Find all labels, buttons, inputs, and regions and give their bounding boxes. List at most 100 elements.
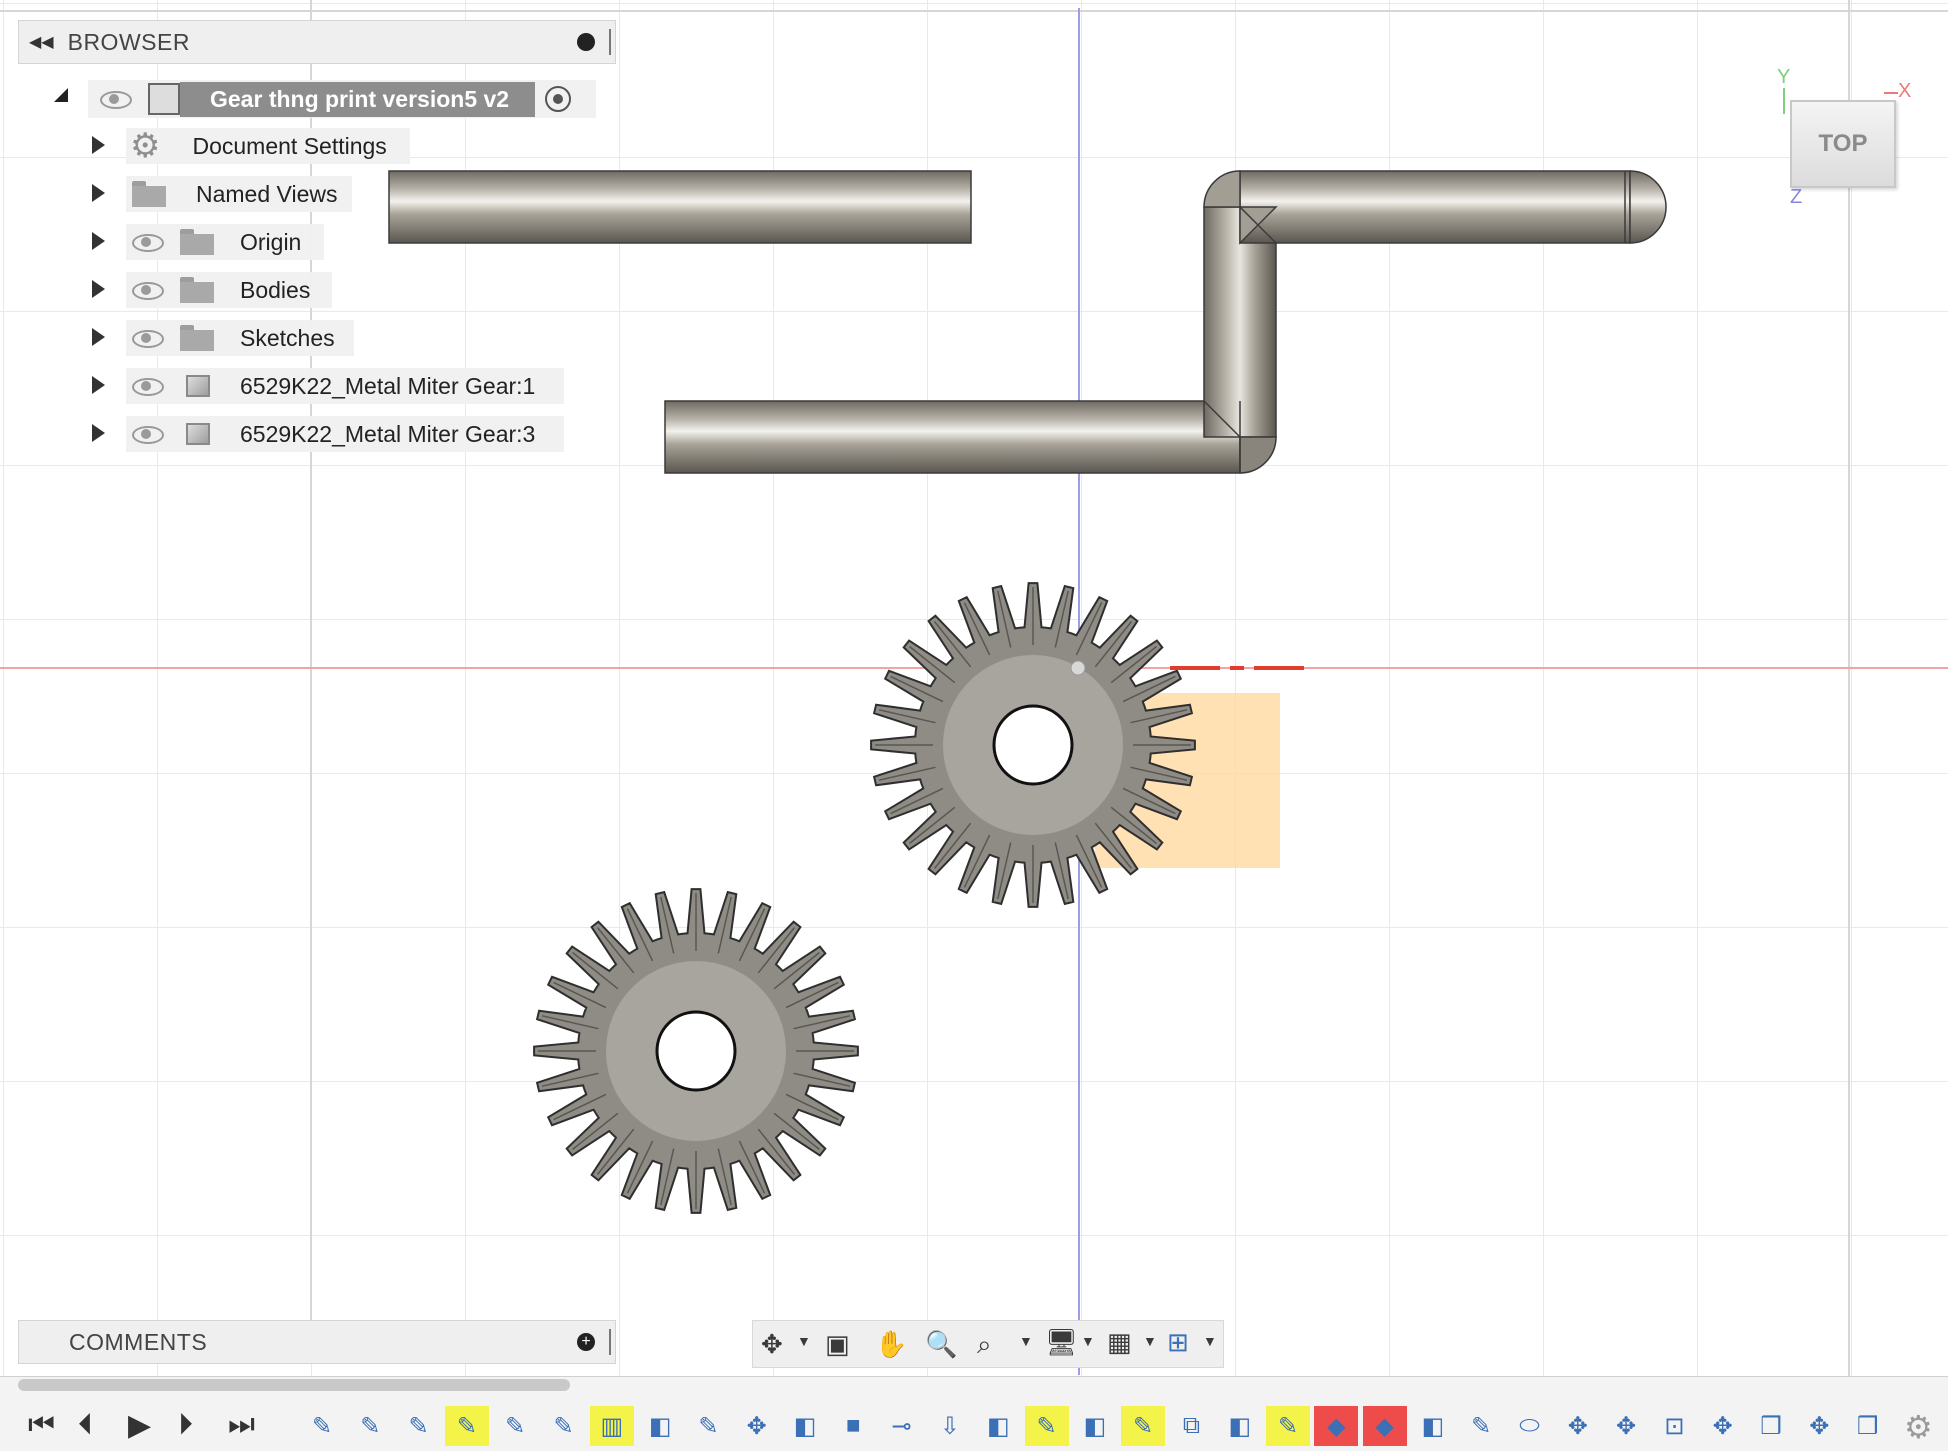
play-icon[interactable]: ▶ xyxy=(128,1408,151,1443)
combine-icon[interactable]: ⧉ xyxy=(1169,1406,1213,1446)
move-icon[interactable]: ✥ xyxy=(1556,1406,1600,1446)
comments-panel-header[interactable]: COMMENTS + xyxy=(18,1320,616,1364)
expand-triangle-icon[interactable] xyxy=(92,280,105,298)
root-document-name[interactable]: Gear thng print version5 v2 xyxy=(180,81,536,117)
viewports-icon[interactable]: ⊞ xyxy=(1167,1327,1189,1358)
insert-icon[interactable]: ⇩ xyxy=(928,1406,972,1446)
eye-icon[interactable] xyxy=(98,89,132,109)
pan-hand-icon[interactable]: ✋ xyxy=(875,1329,907,1360)
move-icon[interactable]: ✥ xyxy=(1797,1406,1841,1446)
extrude-icon[interactable]: ◧ xyxy=(976,1406,1020,1446)
move-icon[interactable]: ✥ xyxy=(1604,1406,1648,1446)
expand-triangle-icon[interactable] xyxy=(92,136,105,154)
view-cube[interactable]: TOP xyxy=(1790,100,1896,188)
extrude-icon[interactable]: ◧ xyxy=(1411,1406,1455,1446)
panel-divider xyxy=(609,29,611,55)
navigation-bar: ✥ ▼ ▣ ✋ 🔍 ⌕ ▼ 🖥 ▼ ▦ ▼ ⊞ ▼ xyxy=(752,1320,1224,1368)
browser-item-miter-gear-3[interactable]: 6529K22_Metal Miter Gear:3 xyxy=(126,416,564,452)
model-canvas[interactable] xyxy=(0,0,1948,1450)
go-to-start-icon[interactable]: ⏮ xyxy=(28,1408,55,1442)
folder-icon xyxy=(180,325,214,351)
rigid-group-icon[interactable]: ⊡ xyxy=(1652,1406,1696,1446)
component-icon[interactable]: ◆ xyxy=(1362,1406,1407,1446)
eye-icon[interactable] xyxy=(130,280,164,300)
browser-item-origin[interactable]: Origin xyxy=(126,224,324,260)
timeline-scrollbar[interactable] xyxy=(18,1379,570,1391)
browser-item-document-settings[interactable]: ⚙ Document Settings xyxy=(126,128,410,164)
orbit-icon[interactable]: ✥ xyxy=(761,1329,783,1360)
shell-icon[interactable]: ❒ xyxy=(1749,1406,1793,1446)
step-forward-icon[interactable]: ⏵ xyxy=(178,1408,193,1442)
component-icon[interactable]: ◆ xyxy=(1314,1406,1359,1446)
sketch-icon[interactable]: ✎ xyxy=(1266,1406,1310,1446)
sketch-icon[interactable]: ✎ xyxy=(300,1406,344,1446)
collapse-panel-icon[interactable]: ◀◀ xyxy=(29,32,54,52)
component-icon xyxy=(186,423,210,445)
eye-icon[interactable] xyxy=(130,376,164,396)
browser-item-named-views[interactable]: Named Views xyxy=(126,176,352,212)
joint-icon[interactable]: ⊸ xyxy=(880,1406,924,1446)
extrude-icon[interactable]: ◧ xyxy=(638,1406,682,1446)
box-icon[interactable]: ■ xyxy=(831,1406,875,1446)
pattern-icon[interactable]: ▥ xyxy=(589,1406,634,1446)
move-icon[interactable]: ✥ xyxy=(1701,1406,1745,1446)
sketch-icon[interactable]: ✎ xyxy=(397,1406,441,1446)
expand-triangle-icon[interactable] xyxy=(92,184,105,202)
sketch-icon[interactable]: ✎ xyxy=(542,1406,586,1446)
chevron-down-icon[interactable]: ▼ xyxy=(797,1333,811,1349)
grid-settings-icon[interactable]: ▦ xyxy=(1107,1327,1132,1358)
eye-icon[interactable] xyxy=(130,424,164,444)
eye-icon[interactable] xyxy=(130,328,164,348)
item-label: Bodies xyxy=(240,276,311,303)
expand-triangle-icon[interactable] xyxy=(92,232,105,250)
chevron-down-icon[interactable]: ▼ xyxy=(1019,1333,1033,1349)
browser-item-miter-gear-1[interactable]: 6529K22_Metal Miter Gear:1 xyxy=(126,368,564,404)
eye-icon[interactable] xyxy=(130,232,164,252)
extrude-icon[interactable]: ◧ xyxy=(1218,1406,1262,1446)
folder-icon xyxy=(180,277,214,303)
browser-root-row[interactable]: Gear thng print version5 v2 xyxy=(88,80,596,118)
extrude-icon[interactable]: ◧ xyxy=(1073,1406,1117,1446)
browser-item-bodies[interactable]: Bodies xyxy=(126,272,332,308)
straight-rod[interactable] xyxy=(388,170,972,244)
collapse-triangle-icon[interactable] xyxy=(54,88,68,102)
z-axis-label: Z xyxy=(1790,186,1803,208)
view-cube-face[interactable]: TOP xyxy=(1819,130,1868,158)
chevron-down-icon[interactable]: ▼ xyxy=(1143,1333,1157,1349)
step-back-icon[interactable]: ⏴ xyxy=(78,1408,93,1442)
minimize-icon[interactable] xyxy=(577,33,595,51)
display-settings-icon[interactable]: 🖥 xyxy=(1045,1327,1078,1358)
go-to-end-icon[interactable]: ⏭ xyxy=(228,1408,255,1442)
move-icon[interactable]: ✥ xyxy=(735,1406,779,1446)
item-label: Named Views xyxy=(196,180,338,207)
sketch-icon[interactable]: ✎ xyxy=(1024,1406,1069,1446)
fit-icon[interactable]: ⌕ xyxy=(977,1329,992,1361)
chevron-down-icon[interactable]: ▼ xyxy=(1203,1333,1217,1349)
sketch-icon[interactable]: ✎ xyxy=(686,1406,730,1446)
shell-icon[interactable]: ❒ xyxy=(1846,1406,1890,1446)
miter-gear-3[interactable] xyxy=(533,888,859,1214)
sketch-icon[interactable]: ✎ xyxy=(444,1406,489,1446)
sketch-icon[interactable]: ✎ xyxy=(1459,1406,1503,1446)
zoom-icon[interactable]: 🔍 xyxy=(925,1329,957,1360)
component-icon xyxy=(186,375,210,397)
sketch-icon[interactable]: ✎ xyxy=(348,1406,392,1446)
chevron-down-icon[interactable]: ▼ xyxy=(1081,1333,1095,1349)
canvas-viewport[interactable] xyxy=(0,0,1948,1450)
browser-item-sketches[interactable]: Sketches xyxy=(126,320,354,356)
look-at-icon[interactable]: ▣ xyxy=(825,1329,850,1360)
expand-triangle-icon[interactable] xyxy=(92,328,105,346)
expand-triangle-icon[interactable] xyxy=(92,376,105,394)
y-axis-label: Y xyxy=(1777,66,1791,88)
expand-triangle-icon[interactable] xyxy=(92,424,105,442)
browser-panel-header[interactable]: ◀◀ BROWSER xyxy=(18,20,616,64)
timeline-settings-icon[interactable]: ⚙ xyxy=(1904,1408,1933,1446)
extrude-icon[interactable]: ◧ xyxy=(783,1406,827,1446)
sketch-icon[interactable]: ✎ xyxy=(493,1406,537,1446)
document-icon xyxy=(148,83,180,115)
cylinder-icon[interactable]: ⬭ xyxy=(1508,1406,1552,1446)
item-label: Origin xyxy=(240,228,302,255)
add-comment-icon[interactable]: + xyxy=(577,1333,595,1351)
activate-radio-icon[interactable] xyxy=(545,86,572,112)
sketch-icon[interactable]: ✎ xyxy=(1121,1406,1166,1446)
